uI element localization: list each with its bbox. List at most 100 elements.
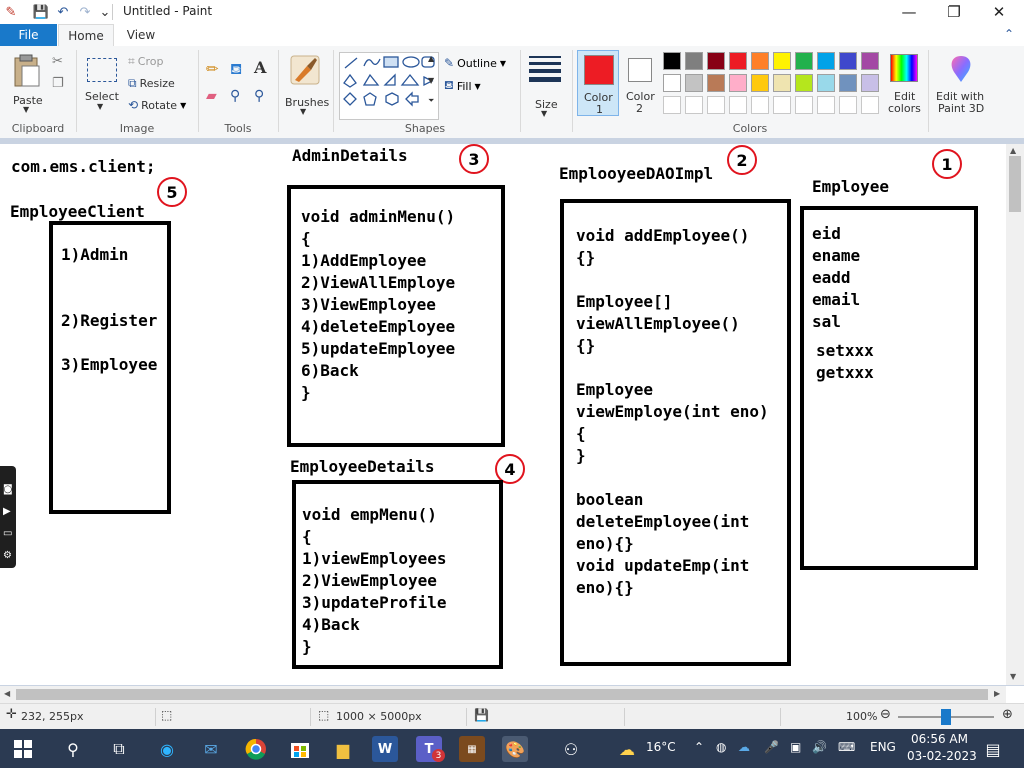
palette-row2-swatch[interactable]: [773, 74, 791, 92]
scroll-left-icon[interactable]: ◀: [4, 689, 10, 698]
store-icon[interactable]: [287, 736, 313, 762]
screen-icon[interactable]: ▭: [3, 528, 12, 539]
palette-row2-swatch[interactable]: [751, 74, 769, 92]
help-icon[interactable]: ⌃: [1004, 27, 1014, 41]
palette-row2-swatch[interactable]: [685, 74, 703, 92]
windows-start-icon[interactable]: [10, 736, 36, 762]
notifications-icon[interactable]: ▤: [980, 736, 1006, 762]
custom-color-slot[interactable]: [773, 96, 791, 114]
app-icon[interactable]: ▦: [459, 736, 485, 762]
shapes-scroll-up-icon[interactable]: ▲: [428, 54, 434, 63]
color1-button[interactable]: Color 1: [577, 50, 619, 116]
undo-icon[interactable]: ↶: [54, 3, 72, 21]
clock-date[interactable]: 03-02-2023: [907, 749, 977, 763]
palette-row2-swatch[interactable]: [817, 74, 835, 92]
palette-row2-swatch[interactable]: [839, 74, 857, 92]
onedrive-icon[interactable]: ☁: [738, 740, 750, 754]
drawing-canvas[interactable]: com.ems.client; EmployeeClient 5 1)Admin…: [0, 144, 1006, 685]
zoom-slider-thumb[interactable]: [941, 709, 951, 725]
word-icon[interactable]: W: [372, 736, 398, 762]
palette-row1-swatch[interactable]: [751, 52, 769, 70]
microphone-icon[interactable]: 🎤: [764, 740, 779, 754]
minimize-button[interactable]: —: [886, 0, 932, 24]
fill-button[interactable]: ⛾ Fill ▼: [444, 78, 481, 94]
palette-row1-swatch[interactable]: [773, 52, 791, 70]
file-explorer-icon[interactable]: ▆: [330, 736, 356, 762]
select-button[interactable]: Select ▼: [84, 54, 120, 114]
horizontal-scrollbar[interactable]: ◀ ▶: [0, 686, 1006, 703]
size-button[interactable]: Size ▼: [526, 54, 566, 118]
copy-icon[interactable]: ❐: [52, 76, 64, 91]
camera-icon[interactable]: ◙: [3, 484, 13, 495]
palette-row2-swatch[interactable]: [861, 74, 879, 92]
tab-file[interactable]: File: [0, 24, 57, 46]
chrome-icon[interactable]: [243, 736, 269, 762]
close-button[interactable]: ✕: [976, 0, 1022, 24]
palette-row2-swatch[interactable]: [729, 74, 747, 92]
palette-row1-swatch[interactable]: [817, 52, 835, 70]
volume-icon[interactable]: 🔊: [812, 740, 827, 754]
palette-row2-swatch[interactable]: [707, 74, 725, 92]
custom-color-slot[interactable]: [751, 96, 769, 114]
task-view-icon[interactable]: ⧉: [106, 736, 132, 762]
network-icon[interactable]: ▣: [790, 740, 801, 754]
resize-button[interactable]: ⧉ Resize: [128, 76, 175, 91]
redo-icon[interactable]: ↷: [76, 3, 94, 21]
maximize-button[interactable]: ❐: [931, 0, 977, 24]
palette-row1-swatch[interactable]: [839, 52, 857, 70]
crop-button[interactable]: ⌗ Crop: [128, 54, 163, 69]
custom-color-slot[interactable]: [707, 96, 725, 114]
zoom-in-icon[interactable]: ⊕: [1002, 707, 1013, 722]
custom-color-slot[interactable]: [817, 96, 835, 114]
custom-color-slot[interactable]: [663, 96, 681, 114]
weather-icon[interactable]: ☁: [614, 736, 640, 762]
palette-row1-swatch[interactable]: [795, 52, 813, 70]
color2-button[interactable]: Color 2: [621, 50, 661, 116]
weather-temp[interactable]: 16°C: [646, 740, 676, 754]
rotate-button[interactable]: ⟲ Rotate ▼: [128, 98, 186, 112]
scroll-up-icon[interactable]: ▲: [1010, 146, 1016, 155]
video-icon[interactable]: ▶: [3, 506, 11, 517]
horizontal-scroll-thumb[interactable]: [16, 689, 988, 700]
custom-color-slot[interactable]: [685, 96, 703, 114]
zoom-slider[interactable]: [898, 709, 994, 725]
custom-color-slot[interactable]: [839, 96, 857, 114]
tray-app-icon[interactable]: ◍: [716, 740, 726, 754]
custom-color-slot[interactable]: [729, 96, 747, 114]
cut-icon[interactable]: ✂: [52, 54, 63, 69]
show-hidden-icons-icon[interactable]: ⌃: [694, 740, 704, 754]
palette-row1-swatch[interactable]: [729, 52, 747, 70]
tab-view[interactable]: View: [118, 24, 164, 46]
edge-icon[interactable]: ◉: [154, 736, 180, 762]
outline-button[interactable]: ✎ Outline ▼: [444, 56, 506, 70]
scroll-right-icon[interactable]: ▶: [994, 689, 1000, 698]
scroll-down-icon[interactable]: ▼: [1010, 672, 1016, 681]
edit-colors-button[interactable]: Edit colors: [884, 52, 924, 116]
fill-bucket-icon[interactable]: ⛾: [230, 60, 242, 80]
shapes-scroll-down-icon[interactable]: ▼: [428, 76, 434, 85]
paste-button[interactable]: Paste ▼: [8, 52, 46, 114]
search-icon[interactable]: ⚲: [60, 736, 86, 762]
palette-row1-swatch[interactable]: [861, 52, 879, 70]
keyboard-icon[interactable]: ⌨: [838, 740, 855, 754]
custom-color-slot[interactable]: [861, 96, 879, 114]
shapes-gallery[interactable]: [339, 52, 439, 120]
custom-color-slot[interactable]: [795, 96, 813, 114]
language-indicator[interactable]: ENG: [870, 740, 896, 754]
brushes-button[interactable]: Brushes ▼: [284, 52, 329, 116]
zoom-out-icon[interactable]: ⊖: [880, 707, 891, 722]
eraser-icon[interactable]: ▰: [206, 88, 217, 104]
palette-row1-swatch[interactable]: [685, 52, 703, 70]
palette-row2-swatch[interactable]: [663, 74, 681, 92]
mail-icon[interactable]: ✉: [198, 736, 224, 762]
tab-home[interactable]: Home: [58, 24, 114, 47]
vertical-scrollbar[interactable]: ▲ ▼: [1006, 144, 1024, 685]
palette-row2-swatch[interactable]: [795, 74, 813, 92]
edit-with-paint3d-button[interactable]: Edit with Paint 3D: [933, 52, 989, 118]
paint-taskbar-icon[interactable]: 🎨: [502, 736, 528, 762]
pencil-icon[interactable]: ✏: [206, 60, 219, 78]
vertical-scroll-thumb[interactable]: [1009, 156, 1021, 212]
text-tool-icon[interactable]: A: [254, 58, 266, 77]
magnifier-icon[interactable]: ⚲: [254, 88, 264, 104]
people-icon[interactable]: ⚇: [558, 736, 584, 762]
